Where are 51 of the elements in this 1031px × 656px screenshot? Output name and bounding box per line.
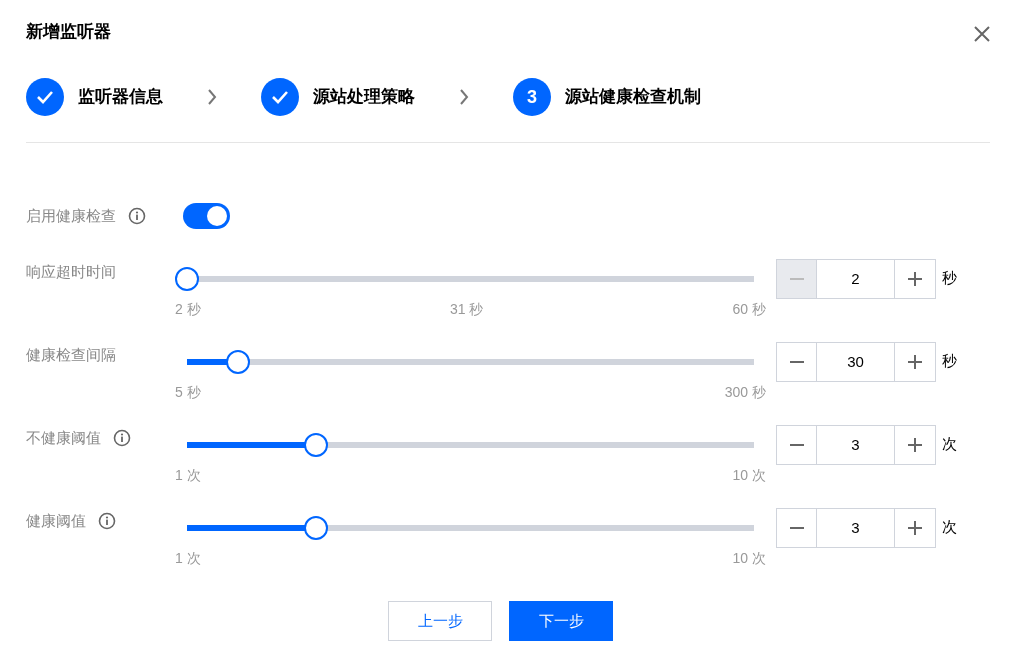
slider-thumb[interactable] bbox=[226, 350, 250, 374]
number-input[interactable]: 3 bbox=[817, 426, 894, 464]
unit-label: 次 bbox=[942, 434, 957, 454]
back-button[interactable]: 上一步 bbox=[388, 601, 492, 641]
slider-thumb[interactable] bbox=[303, 433, 328, 457]
info-icon bbox=[128, 207, 146, 225]
slider-thumb[interactable] bbox=[175, 267, 199, 291]
chevron-right-icon bbox=[207, 88, 217, 106]
field-label: 健康检查间隔 bbox=[26, 345, 116, 365]
slider-mark-label: 300 秒 bbox=[724, 383, 766, 402]
minus-icon bbox=[789, 444, 804, 446]
number-stepper[interactable]: 30 bbox=[776, 342, 936, 382]
close-icon[interactable] bbox=[974, 26, 990, 42]
chevron-right-icon bbox=[459, 88, 469, 106]
plus-icon bbox=[908, 355, 922, 369]
slider-mark-label: 2 秒 bbox=[175, 300, 201, 319]
unit-label: 秒 bbox=[942, 351, 957, 371]
number-stepper[interactable]: 2 bbox=[776, 259, 936, 299]
dialog-title: 新增监听器 bbox=[26, 21, 111, 44]
slider-mark-label: 10 次 bbox=[732, 466, 766, 485]
check-icon bbox=[36, 90, 54, 104]
slider-mark-label: 31 秒 bbox=[449, 300, 484, 319]
number-input[interactable]: 30 bbox=[817, 343, 894, 381]
plus-icon bbox=[908, 438, 922, 452]
minus-icon bbox=[789, 278, 804, 280]
plus-icon bbox=[908, 521, 922, 535]
step-label: 源站健康检查机制 bbox=[565, 86, 701, 109]
plus-icon bbox=[908, 272, 922, 286]
number-stepper[interactable]: 3 bbox=[776, 508, 936, 548]
slider-mark-label: 60 秒 bbox=[732, 300, 766, 319]
next-button[interactable]: 下一步 bbox=[509, 601, 613, 641]
slider-mark-label: 1 次 bbox=[175, 466, 201, 485]
number-input[interactable]: 3 bbox=[817, 509, 894, 547]
slider-thumb[interactable] bbox=[303, 516, 328, 540]
step-label: 源站处理策略 bbox=[313, 86, 415, 109]
field-label: 不健康阈值 bbox=[26, 428, 101, 448]
minus-icon bbox=[789, 527, 804, 529]
slider-mark-label: 5 秒 bbox=[175, 383, 201, 402]
slider-mark-label: 10 次 bbox=[732, 549, 766, 568]
field-label: 健康阈值 bbox=[26, 511, 86, 531]
number-input[interactable]: 2 bbox=[817, 260, 894, 298]
unit-label: 秒 bbox=[942, 268, 957, 288]
toggle-switch[interactable] bbox=[183, 203, 230, 229]
slider-mark-label: 1 次 bbox=[175, 549, 201, 568]
unit-label: 次 bbox=[942, 517, 957, 537]
field-label: 启用健康检查 bbox=[26, 205, 116, 226]
field-label: 响应超时时间 bbox=[26, 262, 116, 282]
number-stepper[interactable]: 3 bbox=[776, 425, 936, 465]
check-icon bbox=[271, 90, 289, 104]
step-label: 监听器信息 bbox=[78, 86, 163, 109]
minus-icon bbox=[789, 361, 804, 363]
